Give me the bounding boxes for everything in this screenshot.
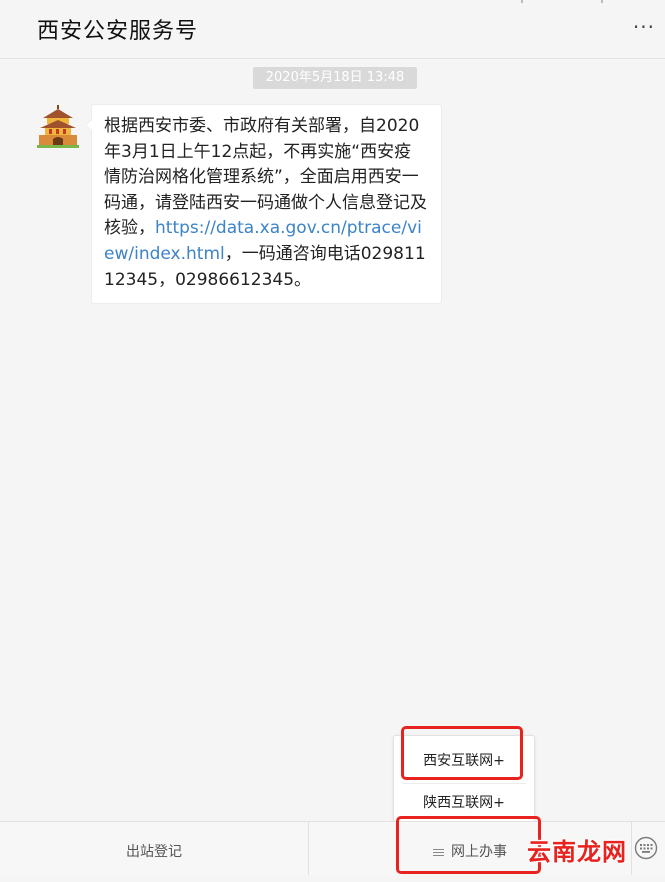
- message-timestamp: 2020年5月18日 13:48: [253, 67, 417, 89]
- top-edge-mark: [521, 0, 523, 3]
- page-title: 西安公安服务号: [37, 19, 199, 44]
- highlight-box: [401, 726, 523, 780]
- submenu-divider: [402, 783, 526, 784]
- chat-header: 西安公安服务号 ···: [0, 0, 665, 59]
- menu-button-checkout[interactable]: 出站登记: [0, 822, 308, 875]
- more-icon[interactable]: ···: [633, 17, 655, 37]
- top-edge-mark: [601, 0, 603, 3]
- avatar-icon[interactable]: [37, 104, 79, 148]
- watermark: 云南龙网: [527, 838, 627, 866]
- menu-divider: [631, 822, 632, 875]
- keyboard-icon[interactable]: [634, 836, 658, 860]
- highlight-box: [396, 816, 541, 874]
- submenu-item-shaanxi-internet-plus[interactable]: 陕西互联网+: [394, 792, 534, 812]
- message-bubble: 根据西安市委、市政府有关部署，自2020年3月1日上午12点起，不再实施“西安疫…: [85, 104, 442, 305]
